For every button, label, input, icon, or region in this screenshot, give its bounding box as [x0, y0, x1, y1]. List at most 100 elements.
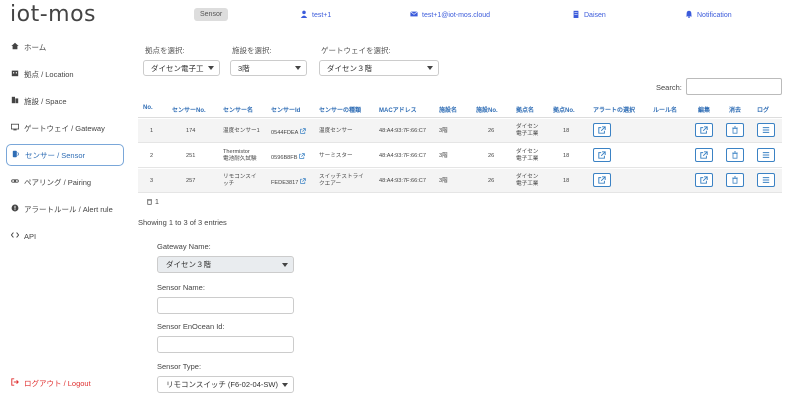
edit-icon: [700, 126, 708, 134]
column-header[interactable]: No.: [143, 105, 153, 111]
cell-space: 3階: [439, 178, 448, 184]
cell-sensor-no: 174: [186, 128, 196, 134]
search-input[interactable]: [686, 78, 782, 95]
location-select-value: ダイセン電子工: [151, 63, 204, 73]
chevron-down-icon: [208, 66, 214, 70]
mail-icon: [410, 10, 418, 20]
sidebar-item-label: ペアリング / Pairing: [24, 177, 92, 187]
building-icon: [11, 69, 19, 79]
sidebar-item-gateway[interactable]: ゲートウェイ / Gateway: [6, 117, 124, 139]
external-link-icon[interactable]: [299, 153, 305, 162]
edit-button[interactable]: [695, 173, 713, 187]
sidebar-item-pairing[interactable]: ペアリング / Pairing: [6, 171, 124, 193]
location-select[interactable]: ダイセン電子工: [143, 60, 220, 76]
sidebar-item-label: センサー / Sensor: [25, 150, 86, 160]
cell-sensor-id: 0596B8FB: [271, 153, 305, 162]
sidebar-item-sensor[interactable]: センサー / Sensor: [6, 144, 124, 166]
gateway-name-label: Gateway Name:: [157, 242, 211, 251]
log-button[interactable]: [757, 173, 775, 187]
email-menu[interactable]: test+1@iot-mos.cloud: [410, 10, 490, 20]
sidebar-item-label: 施設 / Space: [24, 96, 67, 106]
trash-icon: [732, 151, 738, 159]
table-row: 2 251 Thermistor 電池耐久試験 0596B8FB サーミスター …: [138, 144, 782, 168]
notification-menu[interactable]: Notification: [685, 10, 732, 20]
cell-location-line1: ダイセン: [516, 174, 539, 180]
column-header[interactable]: 施設No.: [476, 105, 498, 114]
column-header[interactable]: アラートの選択: [593, 105, 635, 114]
cell-sensor-name-line2: ッチ: [223, 181, 235, 187]
org-menu[interactable]: Daisen: [572, 10, 606, 20]
sensor-type-value: リモコンスイッチ (F6-02-04-SW): [166, 380, 278, 389]
sidebar-item-label: 拠点 / Location: [24, 69, 74, 79]
column-header[interactable]: ログ: [757, 105, 769, 114]
table-header: No. センサーNo. センサー名 センサーId センサーの種類 MACアドレス…: [138, 100, 782, 118]
cell-sensor-name-line2: 電池耐久試験: [223, 156, 257, 162]
space-select[interactable]: 3階: [230, 60, 307, 76]
edit-icon: [700, 151, 708, 159]
chevron-down-icon: [282, 383, 288, 387]
external-link-icon[interactable]: [299, 128, 306, 137]
bulk-delete-count: 1: [155, 199, 159, 206]
column-header[interactable]: センサーId: [271, 105, 300, 114]
column-header[interactable]: 消去: [729, 105, 741, 114]
gateway-name-select[interactable]: ダイセン３階: [157, 256, 294, 273]
cell-no: 3: [150, 178, 154, 184]
column-header[interactable]: センサー名: [223, 105, 253, 114]
column-header[interactable]: 施設名: [439, 105, 457, 114]
enocean-id-input[interactable]: [157, 336, 294, 353]
gateway-select[interactable]: ダイセン３階: [319, 60, 439, 76]
cell-mac: 48:A4:93:7F:66:C7: [379, 128, 426, 134]
cell-location-line1: ダイセン: [516, 124, 539, 130]
user-menu[interactable]: test+1: [300, 10, 331, 20]
sidebar-item-location[interactable]: 拠点 / Location: [6, 63, 124, 85]
sidebar-item-alert-rule[interactable]: アラートルール / Alert rule: [6, 198, 124, 220]
cell-no: 2: [150, 153, 154, 159]
chevron-down-icon: [295, 66, 301, 70]
cell-space-no: 26: [488, 128, 495, 134]
sidebar-item-home[interactable]: ホーム: [6, 36, 124, 58]
active-tab-sensor[interactable]: Sensor: [194, 8, 229, 21]
location-filter-label: 拠点を選択:: [145, 46, 185, 55]
log-button[interactable]: [757, 148, 775, 162]
org-name: Daisen: [584, 11, 606, 19]
log-button[interactable]: [757, 123, 775, 137]
column-header[interactable]: ルール名: [653, 105, 677, 114]
trash-icon: [732, 176, 738, 184]
chevron-down-icon: [282, 263, 288, 267]
edit-button[interactable]: [695, 148, 713, 162]
alert-select-button[interactable]: [593, 173, 611, 187]
sensor-icon: [12, 150, 20, 160]
column-header[interactable]: 編集: [698, 105, 710, 114]
cell-sensor-no: 257: [186, 178, 196, 184]
edit-icon: [700, 176, 708, 184]
sidebar-item-api[interactable]: API: [6, 225, 124, 247]
sensor-type-select[interactable]: リモコンスイッチ (F6-02-04-SW): [157, 376, 294, 393]
bulk-delete[interactable]: 1: [146, 198, 159, 207]
app-logo[interactable]: iot-mos: [10, 2, 96, 27]
cell-location-line2: 電子工業: [516, 156, 539, 162]
entries-info: Showing 1 to 3 of 3 entries: [138, 218, 227, 227]
cell-location-no: 18: [563, 178, 570, 184]
space-select-value: 3階: [238, 63, 250, 73]
sidebar-item-space[interactable]: 施設 / Space: [6, 90, 124, 112]
external-link-icon: [598, 126, 606, 134]
space-filter-label: 施設を選択:: [232, 46, 272, 55]
column-header[interactable]: 拠点名: [516, 105, 534, 114]
enocean-id-label: Sensor EnOcean Id:: [157, 322, 225, 331]
cell-sensor-name-line1: リモコンスイ: [223, 174, 257, 180]
user-name: test+1: [312, 11, 332, 19]
column-header[interactable]: センサーの種類: [319, 105, 361, 114]
external-link-icon[interactable]: [300, 178, 306, 187]
alert-select-button[interactable]: [593, 148, 611, 162]
column-header[interactable]: MACアドレス: [379, 105, 417, 114]
alert-select-button[interactable]: [593, 123, 611, 137]
sensor-name-input[interactable]: [157, 297, 294, 314]
delete-button[interactable]: [726, 148, 744, 162]
column-header[interactable]: センサーNo.: [172, 105, 206, 114]
logout-button[interactable]: ログアウト / Logout: [6, 372, 124, 394]
delete-button[interactable]: [726, 173, 744, 187]
delete-button[interactable]: [726, 123, 744, 137]
edit-button[interactable]: [695, 123, 713, 137]
column-header[interactable]: 拠点No.: [553, 105, 575, 114]
code-icon: [10, 231, 20, 241]
